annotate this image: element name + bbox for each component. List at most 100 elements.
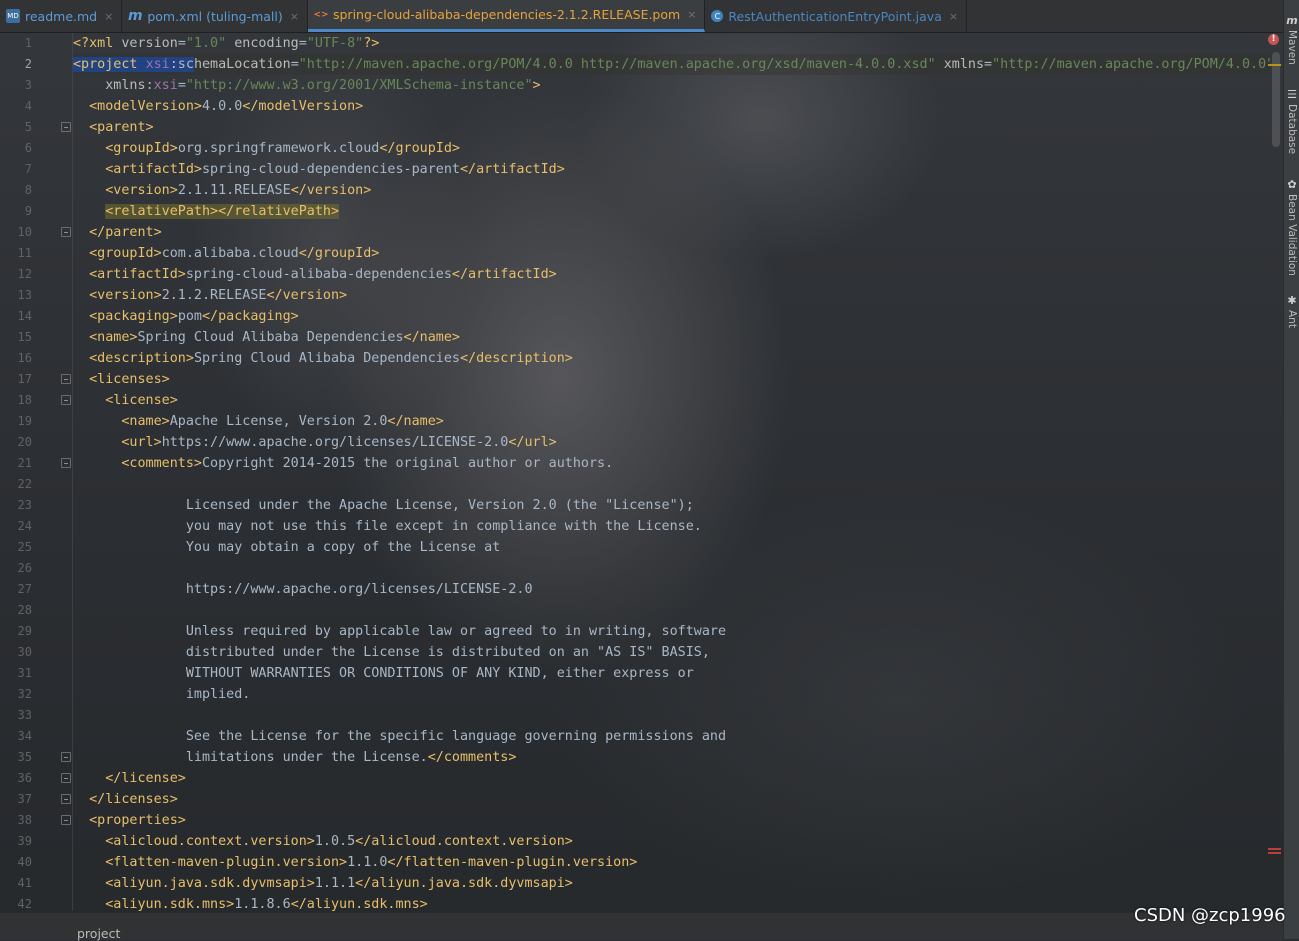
scrollbar-error-marker[interactable] [1268, 852, 1281, 854]
tool-window-maven[interactable]: m Maven [1285, 14, 1299, 65]
code-line[interactable]: <url>https://www.apache.org/licenses/LIC… [73, 432, 556, 453]
line-number[interactable]: 15 [0, 327, 32, 348]
line-number[interactable]: 4 [0, 96, 32, 117]
fold-toggle-icon[interactable] [61, 752, 71, 762]
code-line[interactable]: <name>Apache License, Version 2.0</name> [73, 411, 444, 432]
code-line[interactable]: You may obtain a copy of the License at [73, 537, 500, 558]
code-line[interactable]: <modelVersion>4.0.0</modelVersion> [73, 96, 363, 117]
line-number[interactable]: 6 [0, 138, 32, 159]
code-line[interactable]: you may not use this file except in comp… [73, 516, 702, 537]
code-line[interactable]: <alicloud.context.version>1.0.5</aliclou… [73, 831, 573, 852]
line-number[interactable]: 2 [0, 54, 32, 75]
line-number[interactable]: 35 [0, 747, 32, 768]
tool-window-database[interactable]: ☰ Database [1285, 88, 1299, 154]
line-number[interactable]: 38 [0, 810, 32, 831]
line-number[interactable]: 24 [0, 516, 32, 537]
line-number-gutter[interactable]: 1 2 3 4 5 6 7 8 9 10 11 12 13 14 15 16 17 18 19 20 21 22 23 24 2… [0, 33, 73, 911]
close-tab-icon[interactable]: × [104, 10, 113, 23]
line-number[interactable]: 14 [0, 306, 32, 327]
line-number[interactable]: 8 [0, 180, 32, 201]
line-number[interactable]: 5 [0, 117, 32, 138]
line-number[interactable]: 22 [0, 474, 32, 495]
code-line[interactable]: <version>2.1.2.RELEASE</version> [73, 285, 347, 306]
line-number[interactable]: 30 [0, 642, 32, 663]
line-number[interactable]: 10 [0, 222, 32, 243]
line-number[interactable]: 25 [0, 537, 32, 558]
line-number[interactable]: 40 [0, 852, 32, 873]
line-number[interactable]: 9 [0, 201, 32, 222]
code-line[interactable]: <project xsi:schemaLocation="http://mave… [73, 54, 1270, 75]
tool-window-ant[interactable]: ✱ Ant [1285, 294, 1299, 328]
fold-toggle-icon[interactable] [61, 122, 71, 132]
code-editor[interactable]: <?xml version="1.0" encoding="UTF-8"?> <p… [73, 33, 1270, 911]
code-line[interactable]: See the License for the specific languag… [73, 726, 726, 747]
fold-toggle-icon[interactable] [61, 395, 71, 405]
line-number[interactable]: 19 [0, 411, 32, 432]
inspection-warning-icon[interactable]: ! [1268, 34, 1279, 45]
code-line[interactable]: <parent> [73, 117, 154, 138]
fold-toggle-icon[interactable] [61, 458, 71, 468]
tab-spring-cloud-alibaba-dependencies-2-1-2-release-pom[interactable]: <> spring-cloud-alibaba-dependencies-2.1.… [307, 0, 706, 32]
close-tab-icon[interactable]: × [949, 10, 958, 23]
line-number[interactable]: 28 [0, 600, 32, 621]
code-line[interactable]: <aliyun.java.sdk.dyvmsapi>1.1.1</aliyun.… [73, 873, 573, 894]
code-line[interactable]: <properties> [73, 810, 186, 831]
code-line[interactable]: <relativePath></relativePath> [73, 201, 340, 222]
line-number[interactable]: 26 [0, 558, 32, 579]
tool-window-bean-validation[interactable]: ✿ Bean Validation [1285, 178, 1299, 276]
line-number[interactable]: 32 [0, 684, 32, 705]
code-line[interactable]: </parent> [73, 222, 162, 243]
code-line[interactable]: <groupId>org.springframework.cloud</grou… [73, 138, 460, 159]
fold-toggle-icon[interactable] [61, 815, 71, 825]
line-number[interactable]: 36 [0, 768, 32, 789]
code-line[interactable]: https://www.apache.org/licenses/LICENSE-… [73, 579, 533, 600]
code-line[interactable]: <?xml version="1.0" encoding="UTF-8"?> [73, 33, 379, 54]
code-line[interactable]: <name>Spring Cloud Alibaba Dependencies<… [73, 327, 460, 348]
line-number[interactable]: 41 [0, 873, 32, 894]
line-number[interactable]: 20 [0, 432, 32, 453]
fold-toggle-icon[interactable] [61, 227, 71, 237]
code-line[interactable]: <comments>Copyright 2014-2015 the origin… [73, 453, 613, 474]
line-number[interactable]: 37 [0, 789, 32, 810]
line-number[interactable]: 29 [0, 621, 32, 642]
line-number[interactable]: 31 [0, 663, 32, 684]
close-tab-icon[interactable]: × [687, 8, 696, 21]
line-number[interactable]: 27 [0, 579, 32, 600]
tab-readme-md[interactable]: MD readme.md × [0, 0, 123, 32]
line-number[interactable]: 23 [0, 495, 32, 516]
line-number[interactable]: 7 [0, 159, 32, 180]
code-line[interactable]: xmlns:xsi="http://www.w3.org/2001/XMLSch… [73, 75, 540, 96]
line-number[interactable]: 1 [0, 33, 32, 54]
tab-pom-xml-tuling-mall[interactable]: m pom.xml (tuling-mall) × [122, 0, 308, 32]
line-number[interactable]: 17 [0, 369, 32, 390]
line-number[interactable]: 16 [0, 348, 32, 369]
code-line[interactable]: </licenses> [73, 789, 178, 810]
tab-restauthenticationentrypoint-java[interactable]: C RestAuthenticationEntryPoint.java × [705, 0, 968, 32]
fold-toggle-icon[interactable] [61, 794, 71, 804]
scrollbar-warning-marker[interactable] [1268, 64, 1281, 66]
line-number[interactable]: 13 [0, 285, 32, 306]
close-tab-icon[interactable]: × [290, 10, 299, 23]
code-line[interactable]: Unless required by applicable law or agr… [73, 621, 726, 642]
code-line[interactable]: <aliyun.sdk.mns>1.1.8.6</aliyun.sdk.mns> [73, 894, 428, 911]
code-line[interactable]: <groupId>com.alibaba.cloud</groupId> [73, 243, 379, 264]
code-line[interactable]: </license> [73, 768, 186, 789]
line-number[interactable]: 12 [0, 264, 32, 285]
code-line[interactable]: <flatten-maven-plugin.version>1.1.0</fla… [73, 852, 637, 873]
fold-toggle-icon[interactable] [61, 773, 71, 783]
code-line[interactable]: <artifactId>spring-cloud-alibaba-depende… [73, 264, 557, 285]
code-line[interactable]: <version>2.1.11.RELEASE</version> [73, 180, 371, 201]
line-number[interactable]: 18 [0, 390, 32, 411]
code-line[interactable]: <license> [73, 390, 178, 411]
code-line[interactable]: WITHOUT WARRANTIES OR CONDITIONS OF ANY … [73, 663, 694, 684]
line-number[interactable]: 3 [0, 75, 32, 96]
code-line[interactable]: <licenses> [73, 369, 170, 390]
code-line[interactable]: <description>Spring Cloud Alibaba Depend… [73, 348, 573, 369]
line-number[interactable]: 21 [0, 453, 32, 474]
fold-toggle-icon[interactable] [61, 374, 71, 384]
code-line[interactable]: distributed under the License is distrib… [73, 642, 710, 663]
code-line[interactable]: Licensed under the Apache License, Versi… [73, 495, 694, 516]
scrollbar-error-marker[interactable] [1268, 848, 1281, 850]
code-line[interactable]: <packaging>pom</packaging> [73, 306, 299, 327]
code-line[interactable]: <artifactId>spring-cloud-dependencies-pa… [73, 159, 565, 180]
